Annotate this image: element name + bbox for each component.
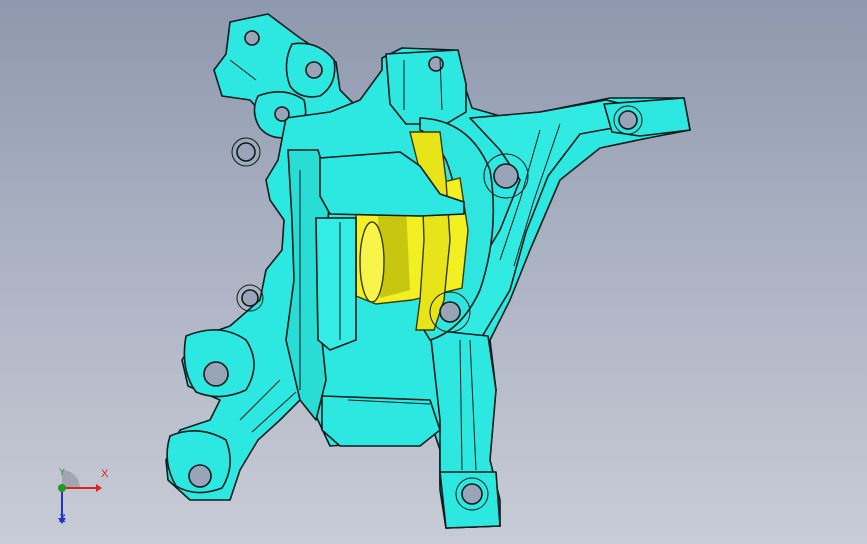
hole-lower-boss xyxy=(188,464,212,488)
steering-knuckle-model[interactable] xyxy=(0,0,867,544)
hole-arm-tip xyxy=(618,110,638,130)
x-axis-label: X xyxy=(101,468,109,480)
3d-viewport[interactable]: X Y Z xyxy=(0,0,867,544)
hole-upper-boss xyxy=(305,61,323,79)
right-arm-tip xyxy=(603,97,691,137)
hole-left-ear xyxy=(236,142,256,162)
hole-hub-lower xyxy=(439,301,461,323)
hub-face xyxy=(359,221,385,303)
hole-lower-arm xyxy=(203,361,229,387)
center-column xyxy=(315,217,357,351)
hole-top xyxy=(244,30,260,46)
hole-hub-upper xyxy=(493,163,519,189)
x-axis-arrow xyxy=(96,484,102,492)
hole-mid-left xyxy=(241,289,259,307)
y-axis-label: Y xyxy=(59,467,66,477)
axis-triad xyxy=(58,470,102,524)
y-axis-dot xyxy=(58,484,66,492)
hole-upper-boss-2 xyxy=(274,106,290,122)
z-axis-label: Z xyxy=(59,513,66,525)
hole-leg-foot xyxy=(461,483,483,505)
top-bracket xyxy=(385,49,467,125)
